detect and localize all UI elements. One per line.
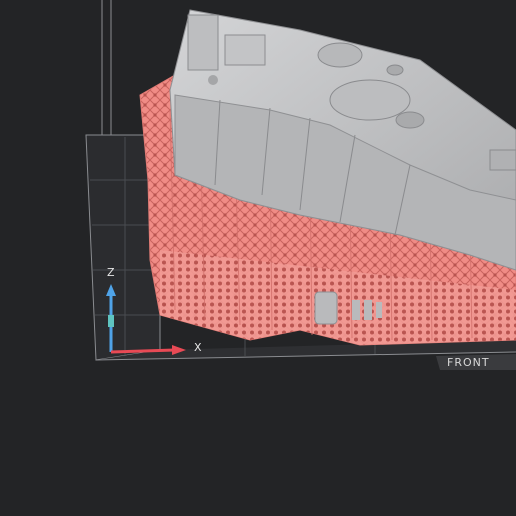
front-label: FRONT xyxy=(447,356,490,369)
x-axis-arrow xyxy=(110,348,176,354)
scene-canvas[interactable]: FRONT Z X xyxy=(0,0,516,516)
3d-viewport[interactable]: FRONT Z X xyxy=(0,0,516,516)
z-axis-label: Z xyxy=(107,266,115,279)
x-axis-label: X xyxy=(194,341,202,354)
